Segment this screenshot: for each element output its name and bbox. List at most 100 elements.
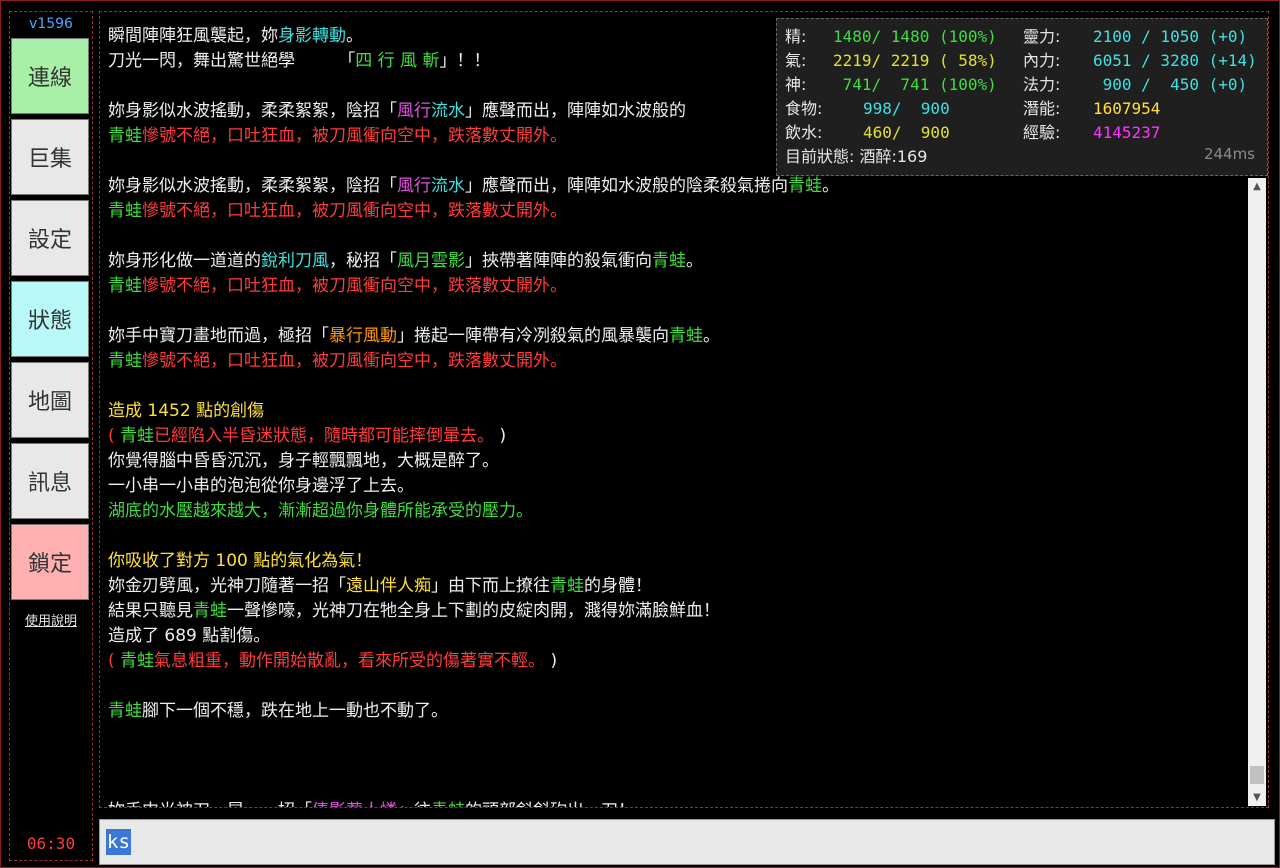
message-button[interactable]: 訊息 [11, 443, 89, 519]
log-line: 青蛙腳下一個不穩，跌在地上一動也不動了。 [108, 699, 1243, 724]
log-segment: 妳身形化做一道道的 [108, 251, 261, 271]
fali-value: 900 / 450 (+0) [1093, 75, 1248, 94]
log-line: 你吸收了對方 100 點的氣化為氣！ [108, 549, 1243, 574]
log-segment: 流水 [431, 176, 465, 196]
food-label: 食物: [785, 99, 823, 118]
log-segment: 」由下而上撩往 [431, 576, 550, 596]
status-line: 目前狀態: 酒醉:169 [785, 147, 928, 166]
log-line: ( 青蛙氣息粗重，動作開始散亂，看來所受的傷著實不輕。 ) [108, 649, 1243, 674]
qianneng-value: 1607954 [1093, 99, 1161, 118]
fali-label: 法力: [1023, 75, 1061, 94]
log-segment: 你覺得腦中昏昏沉沉，身子輕飄飄地，大概是醉了。 [108, 451, 499, 471]
qianneng-label: 潛能: [1023, 99, 1061, 118]
log-segment: 青蛙 [669, 326, 703, 346]
log-segment: 慘號不絕，口吐狂血，被刀風衝向空中，跌落數丈開外。 [142, 351, 567, 371]
log-segment: ) [550, 651, 558, 671]
jingyan-label: 經驗: [1023, 123, 1061, 142]
connect-button[interactable]: 連線 [11, 38, 89, 114]
log-segment: 青蛙 [108, 701, 142, 721]
log-segment: 風月雲影 [397, 251, 465, 271]
map-button[interactable]: 地圖 [11, 362, 89, 438]
log-segment: 倩影惹人憐 [312, 801, 397, 807]
log-line: 造成了 689 點割傷。 [108, 624, 1243, 649]
log-segment: 一小串一小串的泡泡從你身邊浮了上去。 [108, 476, 414, 496]
qi-value: 2219/ 2219 ( 58%) [833, 51, 997, 70]
log-segment: 造成 1452 點的創傷 [108, 401, 265, 421]
command-input[interactable]: ks [99, 819, 1275, 865]
log-line: ( 青蛙已經陷入半昏迷狀態，隨時都可能摔倒暈去。 ) [108, 424, 1243, 449]
log-segment: 妳身影似水波搖動，柔柔絮絮，陰招「 [108, 101, 397, 121]
command-input-text[interactable]: ks [106, 829, 131, 855]
output-scrollbar[interactable]: ▲ ▼ [1248, 178, 1266, 806]
log-line: 造成 1452 點的創傷 [108, 399, 1243, 424]
log-line: 妳身形化做一道道的銳利刀風，秘招「風月雲影」挾帶著陣陣的殺氣衝向青蛙。 [108, 249, 1243, 274]
log-segment: 」挾帶著陣陣的殺氣衝向 [465, 251, 652, 271]
scroll-down-icon[interactable]: ▼ [1248, 789, 1266, 806]
log-segment: 刀光一閃，舞出驚世絕學 「 [108, 51, 356, 71]
log-segment: 青蛙 [431, 801, 465, 807]
log-segment: 暴行風動 [329, 326, 397, 346]
log-segment: ) [499, 426, 507, 446]
log-segment: 青蛙 [193, 601, 227, 621]
qi-label: 氣: [785, 51, 807, 70]
log-segment: 瞬間陣陣狂風襲起，妳 [108, 26, 278, 46]
stats-panel: 精: 1480/ 1480 (100%) 氣: 2219/ 2219 ( 58%… [776, 18, 1268, 176]
log-segment: 」捲起一陣帶有冷冽殺氣的風暴襲向 [397, 326, 669, 346]
log-line: 妳手中光神刀一晃，一招「倩影惹人憐」往青蛙的頭部斜斜砍出一刀！ [108, 799, 1243, 807]
log-segment: 已經陷入半昏迷狀態，隨時都可能摔倒暈去。 [154, 426, 500, 446]
log-segment: 流水 [431, 101, 465, 121]
log-segment: 的身體！ [584, 576, 652, 596]
status-button[interactable]: 狀態 [11, 281, 89, 357]
macro-button[interactable]: 巨集 [11, 119, 89, 195]
log-segment: 青蛙 [108, 351, 142, 371]
log-segment: 。 [822, 176, 839, 196]
log-line: 一小串一小串的泡泡從你身邊浮了上去。 [108, 474, 1243, 499]
log-segment: 妳金刃劈風，光神刀隨著一招「 [108, 576, 346, 596]
log-segment: 的頭部斜斜砍出一刀！ [465, 801, 635, 807]
log-segment: 。 [346, 26, 363, 46]
neili-label: 內力: [1023, 51, 1061, 70]
log-segment: 青蛙 [652, 251, 686, 271]
log-segment: 風行 [397, 176, 431, 196]
log-segment: 風行 [397, 101, 431, 121]
log-line: 青蛙慘號不絕，口吐狂血，被刀風衝向空中，跌落數丈開外。 [108, 199, 1243, 224]
jing-value: 1480/ 1480 (100%) [833, 27, 997, 46]
log-segment: 一聲慘嚎，光神刀在牠全身上下劃的皮綻肉開，濺得妳滿臉鮮血！ [227, 601, 720, 621]
log-segment: ，秘招「 [329, 251, 397, 271]
log-segment: 四 行 風 斬 [355, 51, 440, 71]
lingli-label: 靈力: [1023, 27, 1061, 46]
scroll-up-icon[interactable]: ▲ [1248, 178, 1266, 195]
log-segment: 妳身影似水波搖動，柔柔絮絮，陰招「 [108, 176, 397, 196]
log-line: 妳金刃劈風，光神刀隨著一招「遠山伴人痴」由下而上撩往青蛙的身體！ [108, 574, 1243, 599]
sidebar: v1596 連線 巨集 設定 狀態 地圖 訊息 鎖定 使用說明 06:30 [9, 11, 93, 861]
scrollbar-thumb[interactable] [1250, 766, 1264, 784]
log-segment: 青蛙 [108, 126, 142, 146]
log-segment: 慘號不絕，口吐狂血，被刀風衝向空中，跌落數丈開外。 [142, 126, 567, 146]
log-segment: 青蛙 [550, 576, 584, 596]
log-segment: 」！！ [439, 51, 491, 71]
help-link[interactable]: 使用說明 [10, 610, 92, 629]
settings-button[interactable]: 設定 [11, 200, 89, 276]
log-segment: 青蛙 [788, 176, 822, 196]
log-line: 結果只聽見青蛙一聲慘嚎，光神刀在牠全身上下劃的皮綻肉開，濺得妳滿臉鮮血！ [108, 599, 1243, 624]
log-segment: 青蛙 [120, 651, 155, 671]
log-segment: 氣息粗重，動作開始散亂，看來所受的傷著實不輕。 [154, 651, 551, 671]
log-line: 你覺得腦中昏昏沉沉，身子輕飄飄地，大概是醉了。 [108, 449, 1243, 474]
log-segment: ( [108, 651, 121, 671]
log-segment: 腳下一個不穩，跌在地上一動也不動了。 [142, 701, 448, 721]
food-value: 998/ 900 [863, 99, 950, 118]
lock-button[interactable]: 鎖定 [11, 524, 89, 600]
log-segment: 。 [703, 326, 720, 346]
version-label: v1596 [29, 16, 73, 32]
neili-value: 6051 / 3280 (+14) [1093, 51, 1257, 70]
log-segment: 湖底的水壓越來越大，漸漸超過你身體所能承受的壓力。 [108, 501, 533, 521]
shen-value: 741/ 741 (100%) [833, 75, 997, 94]
log-segment: 遠山伴人痴 [346, 576, 431, 596]
log-segment: 青蛙 [120, 426, 155, 446]
